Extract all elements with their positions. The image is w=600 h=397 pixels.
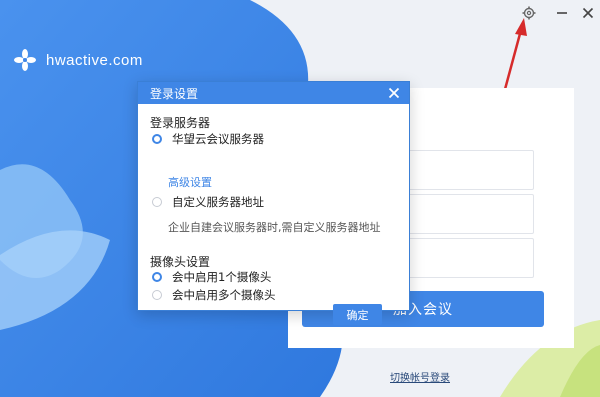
flower-logo-icon — [14, 49, 36, 71]
switch-account-link[interactable]: 切换帐号登录 — [390, 369, 450, 384]
settings-button[interactable] — [519, 4, 539, 22]
radio-checked-icon — [152, 134, 162, 144]
login-settings-dialog: 登录设置 登录服务器 华望云会议服务器 高级设置 自定义服务器地址 企业自建会议… — [137, 81, 410, 325]
radio-camera-multiple[interactable]: 会中启用多个摄像头 — [152, 287, 276, 303]
radio-server-custom[interactable]: 自定义服务器地址 — [152, 194, 264, 210]
dialog-title: 登录设置 — [150, 86, 199, 101]
brand-name: hwactive.com — [46, 51, 143, 69]
camera-section-title: 摄像头设置 — [150, 255, 211, 269]
server-section-title: 登录服务器 — [150, 116, 211, 130]
radio-camera-single[interactable]: 会中启用1个摄像头 — [152, 269, 271, 285]
radio-label: 会中启用多个摄像头 — [172, 288, 276, 302]
radio-label: 自定义服务器地址 — [172, 195, 264, 209]
minimize-icon — [557, 12, 567, 14]
password-input[interactable] — [389, 239, 533, 277]
name-input[interactable] — [389, 151, 533, 189]
meeting-id-input[interactable] — [389, 195, 533, 233]
close-button[interactable] — [578, 4, 598, 22]
minimize-button[interactable] — [552, 4, 572, 22]
radio-checked-icon — [152, 272, 162, 282]
advanced-settings-link[interactable]: 高级设置 — [168, 174, 212, 190]
radio-label: 华望云会议服务器 — [172, 132, 264, 146]
radio-server-huawang[interactable]: 华望云会议服务器 — [152, 131, 264, 147]
radio-label: 会中启用1个摄像头 — [172, 270, 272, 284]
dialog-header: 登录设置 — [138, 82, 409, 104]
confirm-button[interactable]: 确定 — [333, 304, 382, 325]
dialog-close-icon[interactable] — [387, 86, 401, 100]
close-icon — [582, 7, 594, 19]
brand: hwactive.com — [14, 49, 143, 71]
radio-unchecked-icon — [152, 290, 162, 300]
radio-unchecked-icon — [152, 197, 162, 207]
gear-icon — [522, 6, 536, 20]
custom-server-hint: 企业自建会议服务器时,需自定义服务器地址 — [168, 221, 381, 234]
